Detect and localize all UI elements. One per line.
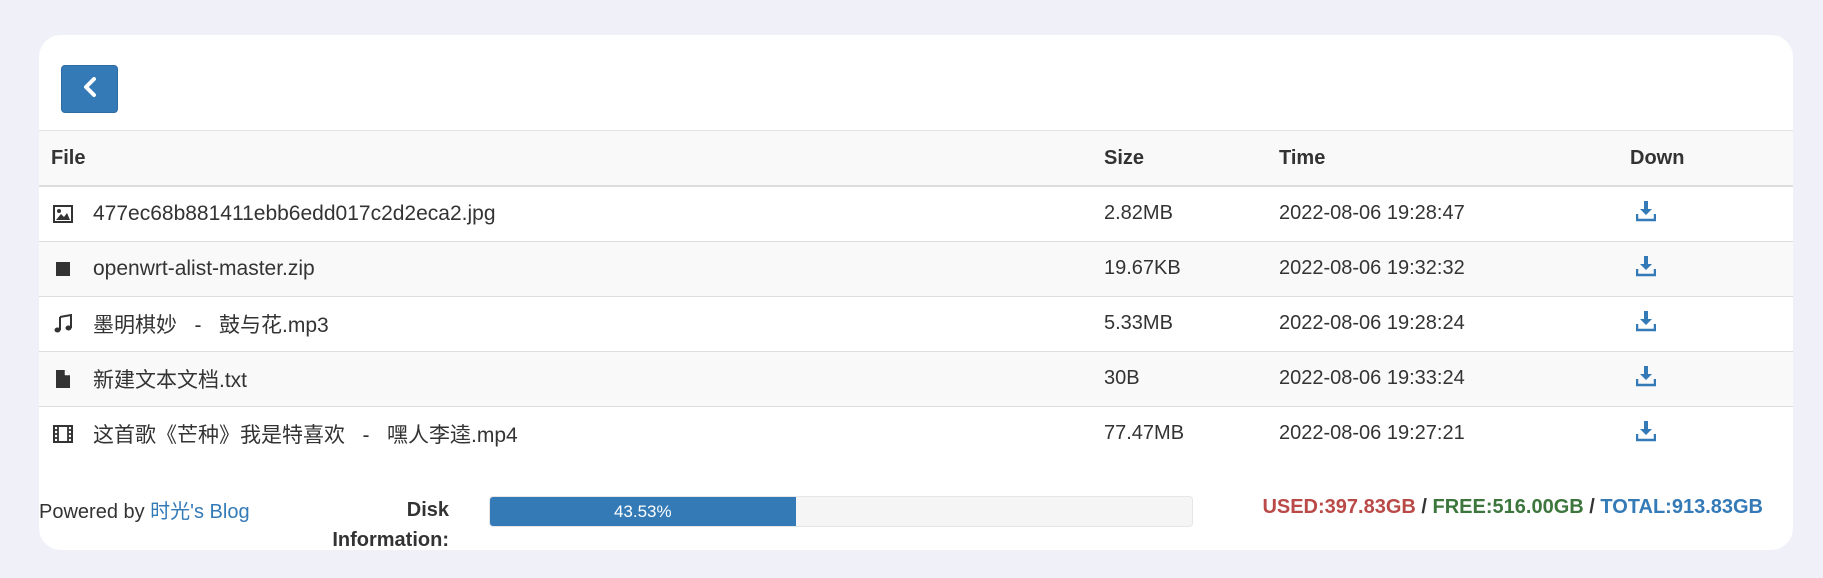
file-name-link[interactable]: 墨明棋妙 - 鼓与花.mp3 xyxy=(93,309,329,339)
footer: Powered by 时光's Blog Disk Information: 4… xyxy=(39,487,1793,551)
download-icon[interactable] xyxy=(1636,200,1660,226)
header-down: Down xyxy=(1618,131,1793,187)
file-time: 2022-08-06 19:33:24 xyxy=(1279,367,1465,389)
disk-info-label: Disk Information: xyxy=(332,499,449,551)
header-time[interactable]: Time xyxy=(1267,131,1618,187)
music-icon xyxy=(51,312,75,336)
powered-by: Powered by 时光's Blog xyxy=(39,495,250,524)
disk-total: TOTAL:913.83GB xyxy=(1600,496,1763,518)
header-size[interactable]: Size xyxy=(1092,131,1267,187)
file-list-panel: File Size Time Down 477ec68b881411ebb6ed… xyxy=(39,35,1793,551)
file-name-link[interactable]: 这首歌《芒种》我是特喜欢 - 嘿人李逵.mp4 xyxy=(93,419,518,449)
separator: / xyxy=(1415,496,1433,518)
file-size: 2.82MB xyxy=(1104,202,1173,225)
disk-stats: USED:397.83GB / FREE:516.00GB / TOTAL:91… xyxy=(1262,496,1763,519)
file-time: 2022-08-06 19:28:24 xyxy=(1279,312,1465,334)
file-size: 19.67KB xyxy=(1104,257,1181,279)
download-icon[interactable] xyxy=(1636,365,1660,391)
download-icon[interactable] xyxy=(1636,420,1660,446)
disk-usage-bar: 43.53% xyxy=(490,497,796,526)
file-time: 2022-08-06 19:28:47 xyxy=(1279,202,1465,225)
file-name-link[interactable]: 477ec68b881411ebb6edd017c2d2eca2.jpg xyxy=(93,202,496,226)
file-name-link[interactable]: openwrt-alist-master.zip xyxy=(93,257,315,281)
table-row: 这首歌《芒种》我是特喜欢 - 嘿人李逵.mp4 77.47MB 2022-08-… xyxy=(39,406,1793,461)
toolbar xyxy=(39,35,1793,131)
table-row: 477ec68b881411ebb6edd017c2d2eca2.jpg 2.8… xyxy=(39,186,1793,241)
separator: / xyxy=(1583,496,1601,518)
download-icon[interactable] xyxy=(1636,255,1660,281)
table-row: 墨明棋妙 - 鼓与花.mp3 5.33MB 2022-08-06 19:28:2… xyxy=(39,296,1793,351)
file-name-link[interactable]: 新建文本文档.txt xyxy=(93,364,247,394)
back-button[interactable] xyxy=(61,65,118,113)
film-icon xyxy=(51,422,75,446)
table-row: 新建文本文档.txt 30B 2022-08-06 19:33:24 xyxy=(39,351,1793,406)
table-header-row: File Size Time Down xyxy=(39,131,1793,187)
image-icon xyxy=(51,202,75,226)
file-size: 5.33MB xyxy=(1104,312,1173,334)
disk-usage-percent: 43.53% xyxy=(613,501,672,521)
file-size: 30B xyxy=(1104,367,1140,389)
disk-usage-progress: 43.53% xyxy=(489,496,1193,527)
file-table: File Size Time Down 477ec68b881411ebb6ed… xyxy=(39,131,1793,461)
download-icon[interactable] xyxy=(1636,310,1660,336)
powered-by-text: Powered by xyxy=(39,501,151,523)
blog-link[interactable]: 时光's Blog xyxy=(150,501,249,523)
chevron-left-icon xyxy=(82,76,98,102)
file-size: 77.47MB xyxy=(1104,422,1185,445)
disk-free: FREE:516.00GB xyxy=(1432,496,1584,518)
file-time: 2022-08-06 19:27:21 xyxy=(1279,422,1465,445)
table-row: openwrt-alist-master.zip 19.67KB 2022-08… xyxy=(39,241,1793,296)
header-file[interactable]: File xyxy=(39,131,1092,187)
disk-used: USED:397.83GB xyxy=(1262,496,1416,518)
file-icon xyxy=(51,367,75,391)
archive-icon xyxy=(51,257,75,281)
file-time: 2022-08-06 19:32:32 xyxy=(1279,257,1465,279)
